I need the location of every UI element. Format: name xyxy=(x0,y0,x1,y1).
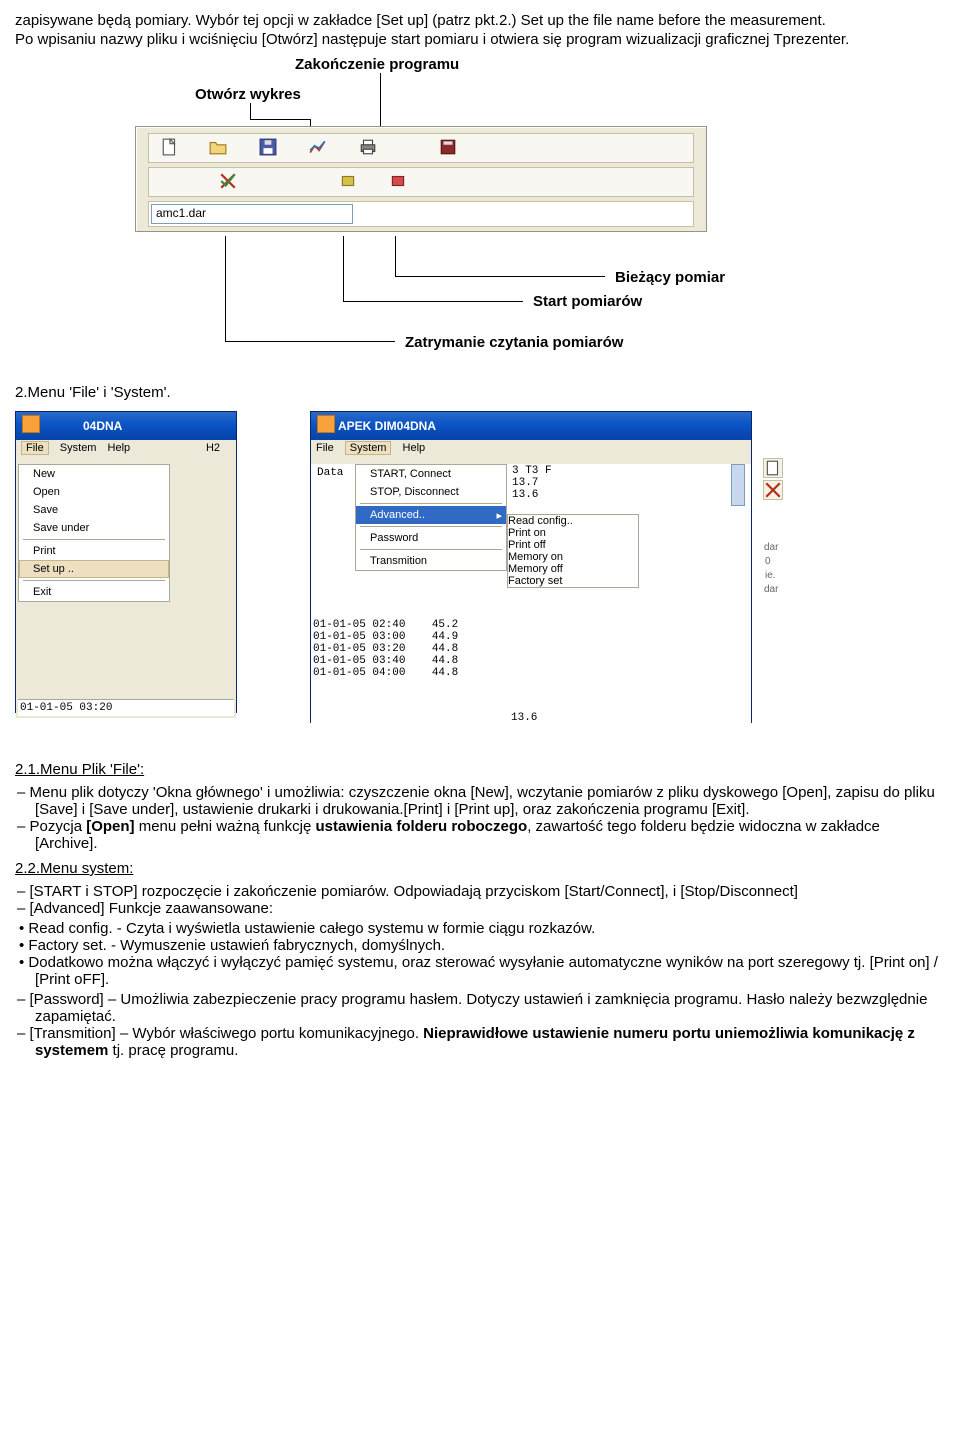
chart-icon[interactable] xyxy=(309,138,327,156)
menu-stop[interactable]: STOP, Disconnect xyxy=(356,483,506,501)
section-2-1-list: Menu plik dotyczy 'Okna głównego' i umoż… xyxy=(15,784,945,852)
menu-save-under[interactable]: Save under xyxy=(19,519,169,537)
val-1: 13.6 xyxy=(512,489,552,501)
section-2-2-list-2: [Password] – Umożliwia zabezpieczenie pr… xyxy=(15,991,945,1059)
system-dropdown: START, Connect STOP, Disconnect Advanced… xyxy=(355,464,507,571)
list-item: Pozycja [Open] menu pełni ważną funkcję … xyxy=(35,818,945,852)
file-menu-window: 04DNA File System Help H2 New Open Save … xyxy=(15,411,237,713)
submenu-print-on[interactable]: Print on xyxy=(508,527,638,539)
callout-stop-reading: Zatrymanie czytania pomiarów xyxy=(405,334,623,351)
advanced-submenu: Read config.. Print on Print off Memory … xyxy=(507,514,639,588)
list-item: [START i STOP] rozpoczęcie i zakończenie… xyxy=(35,883,945,900)
menu-save[interactable]: Save xyxy=(19,501,169,519)
callout-start-measurements: Start pomiarów xyxy=(533,293,642,310)
menu-start[interactable]: START, Connect xyxy=(356,465,506,483)
menu-advanced[interactable]: Advanced..▸ xyxy=(356,506,506,524)
submenu-print-off[interactable]: Print off xyxy=(508,539,638,551)
file-menu[interactable]: File xyxy=(21,441,49,455)
list-item: Read config. - Czyta i wyświetla ustawie… xyxy=(35,920,945,937)
val-last: 13.6 xyxy=(511,712,537,724)
side-toolbar: dar 0 ie. dar xyxy=(761,456,799,598)
menu-open[interactable]: Open xyxy=(19,483,169,501)
callout-close-program: Zakończenie programu xyxy=(295,56,459,73)
stop-x-icon[interactable] xyxy=(219,172,237,190)
list-item: [Password] – Umożliwia zabezpieczenie pr… xyxy=(35,991,945,1025)
side-btn-1[interactable] xyxy=(763,458,783,478)
list-item: [Transmition] – Wybór właściwego portu k… xyxy=(35,1025,945,1059)
start-icon[interactable] xyxy=(339,172,357,190)
scrollbar[interactable] xyxy=(731,464,745,506)
toolbar-area: amc1.dar xyxy=(135,126,707,232)
print-icon[interactable] xyxy=(359,138,377,156)
status-line-1: 01-01-05 03:20 xyxy=(18,699,234,716)
submenu-read-config[interactable]: Read config.. xyxy=(508,515,638,527)
data-row: 01-01-05 03:00 44.9 xyxy=(313,631,458,643)
h2-label: H2 xyxy=(206,442,220,454)
menu-password[interactable]: Password xyxy=(356,529,506,547)
menu-bar-2: File System Help xyxy=(311,440,751,464)
toolbar-row-input: amc1.dar xyxy=(148,201,694,227)
system-menu-window: APEK DIM04DNA File System Help Data STAR… xyxy=(310,411,752,723)
menu-bar-1: File System Help H2 xyxy=(16,440,236,464)
data-row: 01-01-05 03:20 44.8 xyxy=(313,643,458,655)
toolbar-row-1 xyxy=(148,133,694,163)
menu-print[interactable]: Print xyxy=(19,542,169,560)
callout-open-chart: Otwórz wykres xyxy=(195,86,301,103)
help-menu-1[interactable]: Help xyxy=(108,442,131,454)
close-icon[interactable] xyxy=(439,138,457,156)
list-item: Menu plik dotyczy 'Okna głównego' i umoż… xyxy=(35,784,945,818)
toolbar-row-2 xyxy=(148,167,694,197)
help-menu-2[interactable]: Help xyxy=(403,442,426,454)
system-menu-2[interactable]: System xyxy=(345,441,392,455)
data-row: 01-01-05 02:40 45.2 xyxy=(313,619,458,631)
toolbar-diagram: Zakończenie programu Otwórz wykres amc1.… xyxy=(65,56,765,376)
menu-exit[interactable]: Exit xyxy=(19,583,169,601)
table-head-col: 3 T3 F xyxy=(512,465,552,477)
list-item: [Advanced] Funkcje zaawansowane: xyxy=(35,900,945,917)
menu-screenshots: 04DNA File System Help H2 New Open Save … xyxy=(15,411,945,751)
callout-current-measurement: Bieżący pomiar xyxy=(615,269,725,286)
file-dropdown: New Open Save Save under Print Set up ..… xyxy=(18,464,170,602)
new-doc-icon[interactable] xyxy=(161,138,179,156)
section-2-2-sublist: Read config. - Czyta i wyświetla ustawie… xyxy=(15,920,945,988)
data-row: 01-01-05 04:00 44.8 xyxy=(313,667,458,679)
section-2-title: 2.Menu 'File' i 'System'. xyxy=(15,384,945,401)
section-2-2-title: 2.2.Menu system: xyxy=(15,860,945,877)
menu-setup[interactable]: Set up .. xyxy=(19,560,169,578)
list-item: Factory set. - Wymuszenie ustawień fabry… xyxy=(35,937,945,954)
submenu-arrow-icon: ▸ xyxy=(496,509,502,522)
save-diskette-icon[interactable] xyxy=(259,138,277,156)
submenu-memory-off[interactable]: Memory off xyxy=(508,563,638,575)
system-menu-1[interactable]: System xyxy=(60,442,97,454)
submenu-memory-on[interactable]: Memory on xyxy=(508,551,638,563)
intro-text-1: zapisywane będą pomiary. Wybór tej opcji… xyxy=(15,12,945,29)
title-bar-2: APEK DIM04DNA xyxy=(311,412,751,440)
menu-transmition[interactable]: Transmition xyxy=(356,552,506,570)
current-measurement-icon[interactable] xyxy=(389,172,407,190)
section-2-1-title: 2.1.Menu Plik 'File': xyxy=(15,761,945,778)
submenu-factory-set[interactable]: Factory set xyxy=(508,575,638,587)
list-item: Dodatkowo można włączyć i wyłączyć pamię… xyxy=(35,954,945,988)
menu-new[interactable]: New xyxy=(19,465,169,483)
data-row: 01-01-05 03:40 44.8 xyxy=(313,655,458,667)
section-2-2-list: [START i STOP] rozpoczęcie i zakończenie… xyxy=(15,883,945,917)
filename-input[interactable]: amc1.dar xyxy=(151,204,353,224)
open-folder-icon[interactable] xyxy=(209,138,227,156)
title-bar-1: 04DNA xyxy=(16,412,236,440)
val-0: 13.7 xyxy=(512,477,552,489)
file-menu-2[interactable]: File xyxy=(316,442,334,454)
side-btn-2[interactable] xyxy=(763,480,783,500)
intro-text-2: Po wpisaniu nazwy pliku i wciśnięciu [Ot… xyxy=(15,31,945,48)
